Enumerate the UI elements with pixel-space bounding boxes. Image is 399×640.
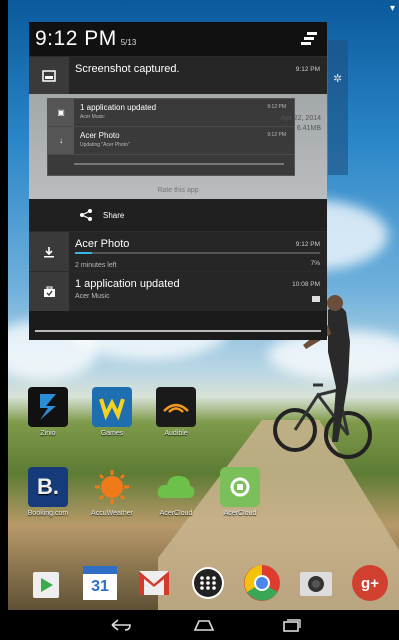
notification-app-updated[interactable]: 1 application updated Acer Music 10:08 P… <box>29 271 327 311</box>
notification-time: 9:12 PM <box>295 241 320 248</box>
accuweather-icon <box>92 467 132 507</box>
download-progress-fill <box>75 252 93 254</box>
notification-sub: Acer Music <box>75 293 110 300</box>
signal-icon: ▾ <box>389 3 395 14</box>
navigation-bar <box>0 610 399 640</box>
app-accuweather[interactable]: AccuWeather <box>82 467 142 517</box>
google-plus-icon: g+ <box>352 565 388 601</box>
acercloud-docs-icon <box>220 467 260 507</box>
list-item-sub: Acer Music <box>80 114 105 120</box>
share-button[interactable]: Share <box>29 199 327 231</box>
briefcase-icon: ▣ <box>48 99 74 126</box>
list-item-title: Acer Photo <box>80 131 120 140</box>
audible-icon <box>156 387 196 427</box>
dock: 31 g+ <box>8 560 399 610</box>
gmail-icon <box>139 571 169 595</box>
camera-button[interactable] <box>296 563 336 603</box>
share-icon <box>80 209 92 221</box>
app-acercloud[interactable]: AcerCloud <box>146 467 206 517</box>
download-icon: ↓ <box>48 127 74 154</box>
games-icon <box>92 387 132 427</box>
list-item: ▣ 1 application updated Acer Music 9:12 … <box>48 99 294 127</box>
recents-icon <box>283 619 301 632</box>
quick-settings-edge <box>328 40 348 175</box>
clear-all-button[interactable] <box>299 29 319 49</box>
app-label: AcerCloud <box>159 510 193 517</box>
preview-rate-text: Rate this app <box>157 187 199 194</box>
calendar-icon: 31 <box>83 566 117 600</box>
briefcase-icon <box>29 272 69 311</box>
shade-drag-handle[interactable] <box>35 330 321 332</box>
back-icon <box>111 619 131 631</box>
notification-time: 9:12 PM <box>295 66 320 73</box>
back-button[interactable] <box>109 615 133 635</box>
all-apps-button[interactable] <box>188 563 228 603</box>
screen-bezel <box>0 0 8 640</box>
app-label: AccuWeather <box>91 510 133 517</box>
app-label: Games <box>100 430 124 437</box>
download-percent: 7% <box>310 260 320 267</box>
google-plus-button[interactable]: g+ <box>350 563 390 603</box>
screenshot-preview[interactable]: ▣ 1 application updated Acer Music 9:12 … <box>29 94 327 199</box>
shade-header: 9:12 PM 5/13 <box>29 22 327 56</box>
zinio-icon <box>28 387 68 427</box>
notification-download[interactable]: Acer Photo 2 minutes left 9:12 PM 7% <box>29 231 327 271</box>
chrome-button[interactable] <box>242 563 282 603</box>
clock: 9:12 PM <box>35 27 117 50</box>
notification-shade: 9:12 PM 5/13 Screenshot captured. 9:12 P… <box>29 22 327 340</box>
list-item-sub: Updating "Acer Photo" <box>80 142 130 148</box>
list-item-time: 9:12 PM <box>267 104 286 110</box>
app-zinio[interactable]: Zinio <box>18 387 78 437</box>
app-label: AcerCloud <box>223 510 257 517</box>
notification-title: 1 application updated <box>75 278 180 290</box>
date: 5/13 <box>120 38 137 47</box>
preview-size: 6.41MB <box>296 125 321 132</box>
app-label: Zinio <box>40 430 56 437</box>
preview-progress <box>74 163 284 165</box>
gmail-button[interactable] <box>134 563 174 603</box>
play-store-icon <box>33 572 59 598</box>
booking-icon: B. <box>28 467 68 507</box>
app-games[interactable]: Games <box>82 387 142 437</box>
preview-side-info: Apr 22, 2014 6.41MB <box>281 114 321 134</box>
download-icon <box>29 232 69 271</box>
play-store-button[interactable] <box>26 563 66 603</box>
app-booking[interactable]: B. Booking.com <box>18 467 78 517</box>
app-label: Audible <box>164 430 188 437</box>
list-item: ↓ Acer Photo Updating "Acer Photo" 9:12 … <box>48 127 294 155</box>
preview-notification-list: ▣ 1 application updated Acer Music 9:12 … <box>47 98 295 176</box>
app-label: Booking.com <box>27 510 69 517</box>
image-icon <box>29 57 69 94</box>
preview-date: Apr 22, 2014 <box>280 115 321 122</box>
notification-time: 10:08 PM <box>292 281 320 288</box>
chrome-icon <box>244 565 280 601</box>
notification-title: Acer Photo <box>75 238 130 250</box>
notification-screenshot[interactable]: Screenshot captured. 9:12 PM <box>29 56 327 94</box>
calendar-day: 31 <box>91 578 109 595</box>
camera-icon <box>300 572 332 596</box>
clear-all-icon <box>301 32 317 45</box>
app-acercloud-docs[interactable]: AcerCloud <box>210 467 270 517</box>
app-drawer-icon <box>192 567 224 599</box>
notification-sub: 2 minutes left <box>75 262 117 269</box>
store-small-icon <box>312 296 320 302</box>
notification-title: Screenshot captured. <box>75 63 180 75</box>
google-plus-label: g+ <box>361 574 379 592</box>
list-item-title: 1 application updated <box>80 103 157 112</box>
download-progress-bar <box>75 252 320 254</box>
calendar-button[interactable]: 31 <box>80 563 120 603</box>
home-button[interactable] <box>192 615 216 635</box>
gear-icon[interactable]: ✲ <box>333 72 342 85</box>
recents-button[interactable] <box>280 615 304 635</box>
acercloud-icon <box>156 467 196 507</box>
share-label: Share <box>103 210 125 220</box>
app-audible[interactable]: Audible <box>146 387 206 437</box>
home-icon <box>193 620 215 631</box>
